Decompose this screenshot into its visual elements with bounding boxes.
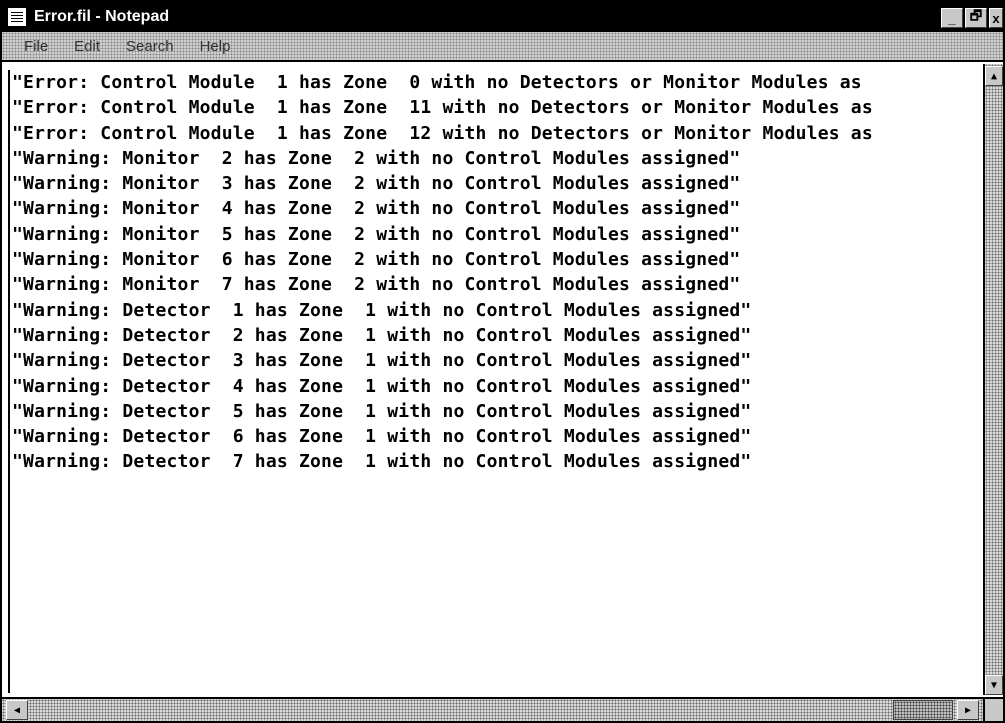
title-bar[interactable]: Error.fil - Notepad _ 🗗 x bbox=[2, 2, 1003, 32]
text-line[interactable]: "Warning: Monitor 7 has Zone 2 with no C… bbox=[10, 272, 981, 297]
scroll-left-button[interactable]: ◀ bbox=[6, 700, 28, 720]
text-line[interactable]: "Warning: Detector 4 has Zone 1 with no … bbox=[10, 374, 981, 399]
window-title: Error.fil - Notepad bbox=[34, 8, 170, 25]
scroll-down-button[interactable]: ▼ bbox=[985, 675, 1003, 695]
text-line[interactable]: "Warning: Detector 3 has Zone 1 with no … bbox=[10, 348, 981, 373]
close-button[interactable]: x bbox=[989, 8, 1003, 28]
menu-file[interactable]: File bbox=[22, 38, 50, 55]
text-line[interactable]: "Error: Control Module 1 has Zone 11 wit… bbox=[10, 95, 981, 120]
scroll-up-button[interactable]: ▲ bbox=[985, 66, 1003, 86]
text-editor[interactable]: "Error: Control Module 1 has Zone 0 with… bbox=[8, 70, 981, 693]
minimize-button[interactable]: _ bbox=[941, 8, 963, 28]
maximize-button[interactable]: 🗗 bbox=[965, 8, 987, 28]
notepad-window: Error.fil - Notepad _ 🗗 x File Edit Sear… bbox=[0, 0, 1005, 723]
vertical-scrollbar[interactable]: ▲ ▼ bbox=[983, 64, 1003, 695]
menu-bar: File Edit Search Help bbox=[2, 32, 1003, 62]
menu-edit[interactable]: Edit bbox=[72, 38, 102, 55]
menu-help[interactable]: Help bbox=[198, 38, 233, 55]
text-line[interactable]: "Warning: Monitor 6 has Zone 2 with no C… bbox=[10, 247, 981, 272]
horizontal-scroll-thumb[interactable] bbox=[893, 700, 953, 720]
text-line[interactable]: "Warning: Detector 5 has Zone 1 with no … bbox=[10, 399, 981, 424]
size-grip[interactable] bbox=[983, 697, 1003, 721]
menu-search[interactable]: Search bbox=[124, 38, 176, 55]
text-line[interactable]: "Warning: Detector 2 has Zone 1 with no … bbox=[10, 323, 981, 348]
text-line[interactable]: "Warning: Monitor 2 has Zone 2 with no C… bbox=[10, 146, 981, 171]
text-line[interactable]: "Warning: Monitor 4 has Zone 2 with no C… bbox=[10, 196, 981, 221]
text-line[interactable]: "Warning: Monitor 5 has Zone 2 with no C… bbox=[10, 222, 981, 247]
notepad-icon[interactable] bbox=[8, 8, 26, 26]
text-line[interactable]: "Warning: Detector 7 has Zone 1 with no … bbox=[10, 449, 981, 474]
text-line[interactable]: "Warning: Monitor 3 has Zone 2 with no C… bbox=[10, 171, 981, 196]
scroll-right-button[interactable]: ▶ bbox=[957, 700, 979, 720]
window-controls: _ 🗗 x bbox=[939, 8, 1003, 28]
text-line[interactable]: "Error: Control Module 1 has Zone 0 with… bbox=[10, 70, 981, 95]
text-line[interactable]: "Warning: Detector 6 has Zone 1 with no … bbox=[10, 424, 981, 449]
horizontal-scrollbar[interactable]: ◀ ▶ bbox=[2, 697, 983, 721]
text-line[interactable]: "Warning: Detector 1 has Zone 1 with no … bbox=[10, 298, 981, 323]
text-line[interactable]: "Error: Control Module 1 has Zone 12 wit… bbox=[10, 121, 981, 146]
